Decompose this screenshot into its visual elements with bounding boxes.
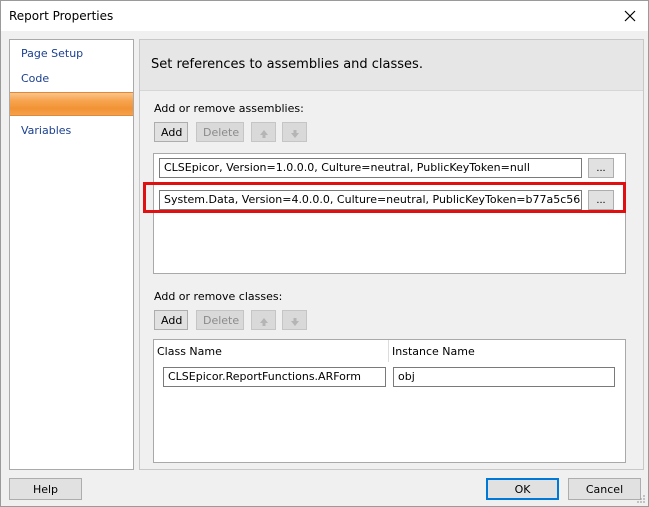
references-panel: Set references to assemblies and classes… (139, 39, 644, 470)
arrow-down-icon (290, 318, 299, 326)
instance-name-field[interactable]: obj (393, 367, 615, 387)
panel-header-text: Set references to assemblies and classes… (151, 57, 423, 72)
close-button[interactable] (618, 4, 642, 28)
delete-assembly-button[interactable]: Delete (196, 122, 244, 142)
browse-assembly-button[interactable]: ... (588, 158, 614, 178)
sidebar-item-label: Variables (21, 124, 72, 137)
assembly-value: CLSEpicor, Version=1.0.0.0, Culture=neut… (164, 161, 530, 174)
help-button[interactable]: Help (9, 478, 82, 500)
sidebar-item-page-setup[interactable]: Page Setup (10, 43, 133, 65)
classes-grid: Class Name Instance Name CLSEpicor.Repor… (153, 339, 626, 463)
delete-class-button[interactable]: Delete (196, 310, 244, 330)
sidebar-item-code[interactable]: Code (10, 68, 133, 90)
sidebar: Page Setup Code Variables (9, 39, 134, 470)
window-title: Report Properties (9, 9, 114, 23)
sidebar-item-label: Code (21, 72, 50, 85)
sidebar-item-variables[interactable]: Variables (10, 120, 133, 142)
arrow-up-icon (259, 130, 268, 138)
move-class-down-button[interactable] (282, 310, 307, 330)
close-icon (624, 10, 636, 22)
move-class-up-button[interactable] (251, 310, 276, 330)
class-name-field[interactable]: CLSEpicor.ReportFunctions.ARForm (163, 367, 386, 387)
ok-button[interactable]: OK (486, 478, 559, 500)
move-assembly-down-button[interactable] (282, 122, 307, 142)
column-header-instance-name: Instance Name (392, 345, 475, 358)
classes-label: Add or remove classes: (154, 290, 283, 303)
column-header-class-name: Class Name (157, 345, 222, 358)
assemblies-label: Add or remove assemblies: (154, 102, 304, 115)
sidebar-item-label: Page Setup (21, 47, 84, 60)
instance-name-value: obj (398, 370, 415, 383)
highlight-annotation (143, 182, 626, 213)
add-class-button[interactable]: Add (154, 310, 188, 330)
arrow-up-icon (259, 318, 268, 326)
arrow-down-icon (290, 130, 299, 138)
assembly-field[interactable]: CLSEpicor, Version=1.0.0.0, Culture=neut… (159, 158, 582, 178)
assemblies-list: CLSEpicor, Version=1.0.0.0, Culture=neut… (153, 153, 626, 274)
cancel-button[interactable]: Cancel (568, 478, 641, 500)
add-assembly-button[interactable]: Add (154, 122, 188, 142)
title-bar: Report Properties (1, 1, 648, 31)
class-name-value: CLSEpicor.ReportFunctions.ARForm (168, 370, 361, 383)
sidebar-item-references[interactable] (10, 92, 133, 116)
resize-grip-icon[interactable] (636, 494, 646, 504)
panel-header: Set references to assemblies and classes… (140, 40, 643, 91)
move-assembly-up-button[interactable] (251, 122, 276, 142)
report-properties-dialog: Report Properties Page Setup Code Variab… (0, 0, 649, 507)
column-divider (388, 340, 389, 362)
